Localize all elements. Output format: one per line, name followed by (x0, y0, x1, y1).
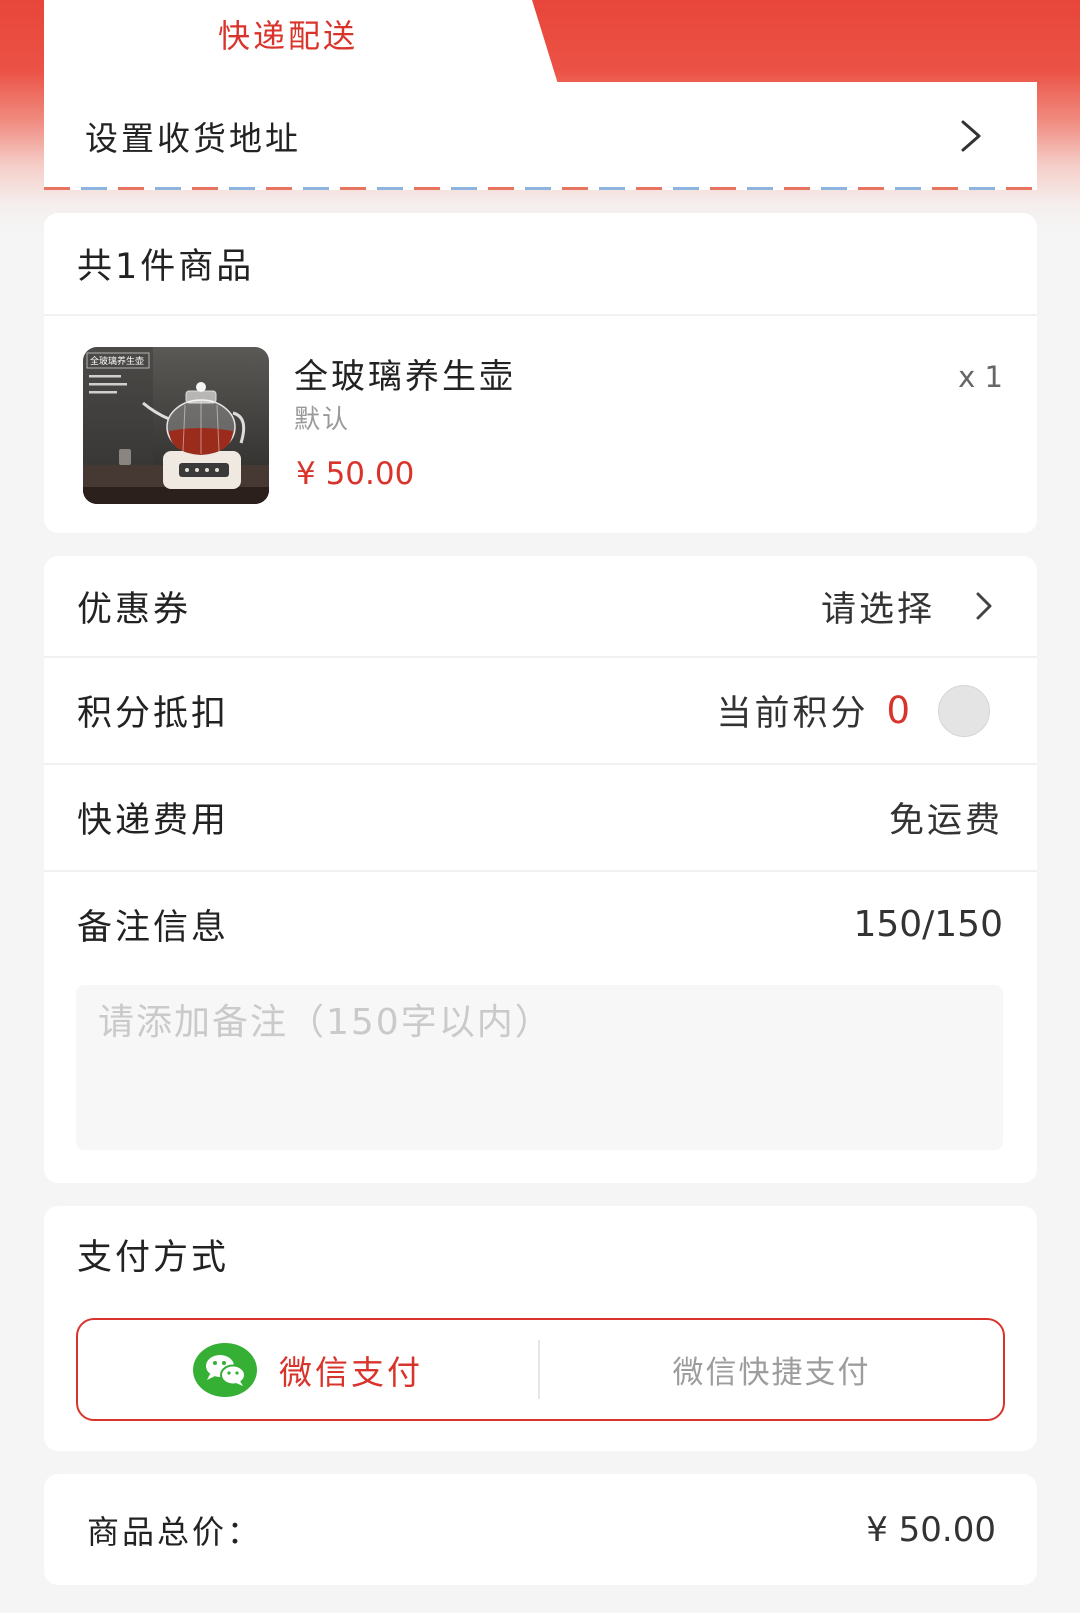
payment-options: 微信支付 微信快捷支付 (76, 1318, 1005, 1421)
goods-count-label: 共1件商品 (77, 247, 255, 287)
shipping-fee-row: 快递费用 免运费 (44, 765, 1037, 872)
coupon-value: 请选择 (820, 589, 935, 630)
current-points-label: 当前积分 (716, 694, 869, 734)
address-selector[interactable]: 设置收货地址 (44, 82, 1037, 190)
points-toggle[interactable] (938, 684, 990, 737)
set-address-label: 设置收货地址 (85, 119, 301, 158)
product-price: ¥ 50.00 (296, 456, 415, 492)
points-deduction-label: 积分抵扣 (77, 694, 230, 734)
remark-label: 备注信息 (77, 907, 230, 948)
payment-title: 支付方式 (77, 1237, 230, 1278)
product-spec: 默认 (294, 405, 351, 435)
wechat-pay-icon (193, 1342, 257, 1397)
total-label: 商品总价： (87, 1512, 263, 1551)
product-title: 全玻璃养生壶 (294, 357, 516, 397)
wechat-quick-pay-label: 微信快捷支付 (672, 1355, 871, 1391)
total-card: 商品总价： ¥ 50.00 (44, 1474, 1037, 1585)
wechat-pay-label: 微信支付 (279, 1352, 423, 1392)
payment-title-row: 支付方式 (44, 1206, 1037, 1302)
product-quantity: x 1 (958, 360, 1003, 394)
envelope-dashed-border (44, 187, 1037, 190)
checkout-page: 快递配送 设置收货地址 共1件商品 全玻璃养生壶 全玻璃养生壶 默认 ¥ 50.… (0, 0, 1080, 1613)
shipping-fee-value: 免运费 (888, 801, 1003, 841)
order-options-card: 优惠券 请选择 积分抵扣 当前积分 0 快递费用 免运费 备注信息 150/15… (44, 556, 1037, 1183)
payment-method-card: 支付方式 微信支付 微信快捷支付 (44, 1206, 1037, 1451)
payment-option-wechat-quick-pay[interactable]: 微信快捷支付 (540, 1320, 1003, 1419)
total-value: ¥ 50.00 (866, 1509, 996, 1550)
coupon-label: 优惠券 (77, 589, 192, 630)
chevron-right-icon (975, 591, 993, 621)
remark-counter: 150/150 (853, 903, 1003, 945)
chevron-right-icon (960, 119, 982, 153)
product-image-caption: 全玻璃养生壶 (90, 355, 144, 367)
payment-option-wechat-pay[interactable]: 微信支付 (78, 1320, 538, 1419)
tab-express-delivery-label: 快递配送 (217, 17, 358, 55)
remark-input[interactable] (76, 985, 1003, 1150)
points-deduction-row: 积分抵扣 当前积分 0 (44, 658, 1037, 765)
total-row: 商品总价： ¥ 50.00 (44, 1474, 1037, 1585)
goods-card: 共1件商品 全玻璃养生壶 全玻璃养生壶 默认 ¥ 50.00 x 1 (44, 213, 1037, 533)
goods-count-header: 共1件商品 (44, 213, 1037, 316)
tab-express-delivery[interactable]: 快递配送 (44, 0, 558, 84)
coupon-row[interactable]: 优惠券 请选择 (44, 556, 1037, 658)
remark-header: 备注信息 150/150 (44, 872, 1037, 976)
shipping-fee-label: 快递费用 (77, 801, 230, 841)
product-item[interactable]: 全玻璃养生壶 全玻璃养生壶 默认 ¥ 50.00 x 1 (44, 316, 1037, 533)
current-points-value: 0 (886, 689, 910, 732)
product-thumbnail[interactable]: 全玻璃养生壶 (83, 347, 269, 504)
